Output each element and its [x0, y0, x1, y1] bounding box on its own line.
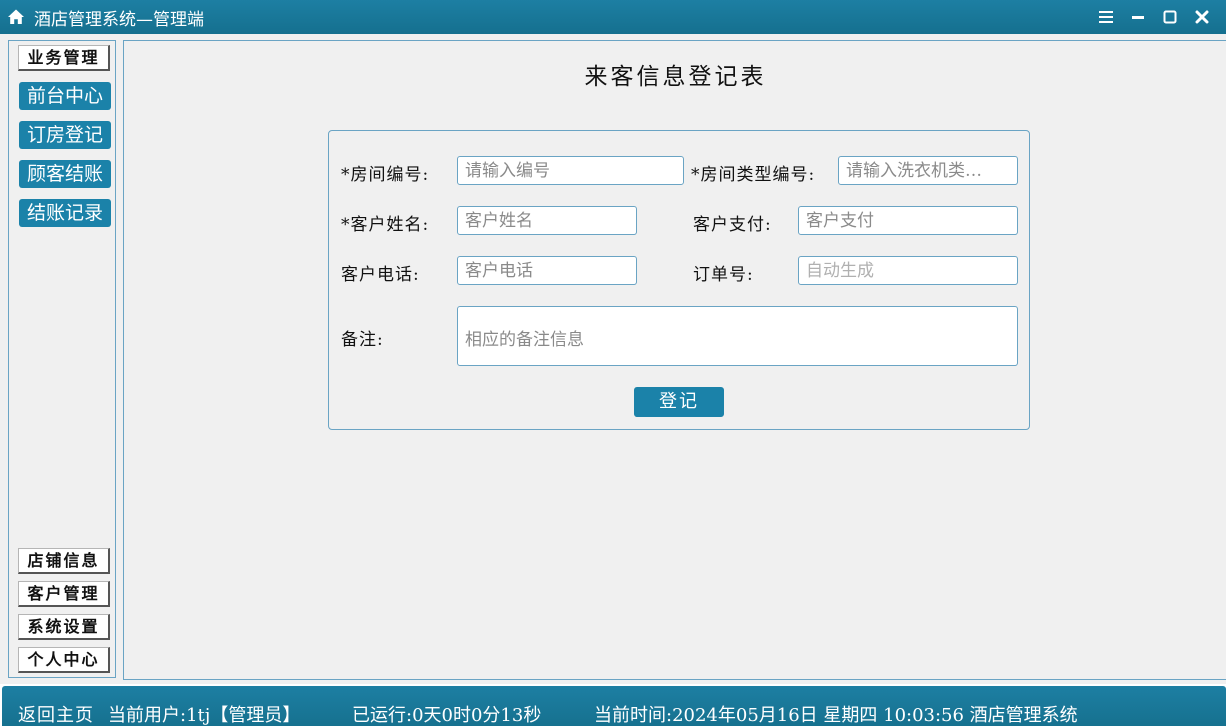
- section-customer-management[interactable]: 客户管理: [18, 581, 110, 607]
- window-controls: [1090, 0, 1218, 34]
- notes-label: 备注:: [341, 330, 384, 350]
- room-number-label: *房间编号:: [341, 165, 430, 185]
- main-content: 来客信息登记表 *房间编号: *房间类型编号: *客户姓名: 客户支付: 客户电…: [123, 40, 1226, 680]
- guest-registration-form: *房间编号: *房间类型编号: *客户姓名: 客户支付: 客户电话: 订单号: …: [328, 130, 1030, 430]
- minimize-icon[interactable]: [1122, 0, 1154, 34]
- section-store-info[interactable]: 店铺信息: [18, 548, 110, 574]
- room-number-input[interactable]: [457, 156, 684, 185]
- title-bar[interactable]: 酒店管理系统—管理端: [0, 0, 1226, 34]
- room-type-input[interactable]: [838, 156, 1018, 185]
- sidebar-item-checkout-records[interactable]: 结账记录: [19, 199, 111, 227]
- maximize-icon[interactable]: [1154, 0, 1186, 34]
- current-user-text: 当前用户:1tj【管理员】: [108, 705, 301, 726]
- customer-payment-label: 客户支付:: [693, 215, 772, 235]
- uptime-text: 已运行:0天0时0分13秒: [352, 705, 542, 726]
- customer-phone-input[interactable]: [457, 256, 637, 285]
- menu-icon[interactable]: [1090, 0, 1122, 34]
- status-bar-inner: 返回主页 当前用户:1tj【管理员】 已运行:0天0时0分13秒 当前时间:20…: [2, 686, 1226, 726]
- room-type-label: *房间类型编号:: [691, 165, 816, 185]
- order-number-label: 订单号:: [693, 265, 754, 285]
- close-icon[interactable]: [1186, 0, 1218, 34]
- customer-name-label: *客户姓名:: [341, 215, 430, 235]
- home-icon: [8, 9, 24, 24]
- notes-textarea[interactable]: [457, 306, 1018, 366]
- section-system-settings[interactable]: 系统设置: [18, 614, 110, 640]
- section-personal-center[interactable]: 个人中心: [18, 647, 110, 673]
- order-number-input: [798, 256, 1018, 285]
- sidebar-item-checkout[interactable]: 顾客结账: [19, 160, 111, 188]
- app-body: 业务管理 前台中心 订房登记 顾客结账 结账记录 店铺信息 客户管理 系统设置 …: [0, 34, 1226, 684]
- customer-name-input[interactable]: [457, 206, 637, 235]
- status-bar: 返回主页 当前用户:1tj【管理员】 已运行:0天0时0分13秒 当前时间:20…: [0, 684, 1226, 726]
- section-business-management[interactable]: 业务管理: [18, 45, 110, 71]
- register-button[interactable]: 登记: [634, 387, 724, 417]
- customer-phone-label: 客户电话:: [341, 265, 420, 285]
- current-time-text: 当前时间:2024年05月16日 星期四 10:03:56 酒店管理系统: [594, 705, 1078, 726]
- sidebar: 业务管理 前台中心 订房登记 顾客结账 结账记录 店铺信息 客户管理 系统设置 …: [8, 40, 116, 678]
- window-title: 酒店管理系统—管理端: [34, 9, 204, 30]
- customer-payment-input[interactable]: [798, 206, 1018, 235]
- sidebar-item-front-desk[interactable]: 前台中心: [19, 82, 111, 110]
- page-title: 来客信息登记表: [584, 64, 767, 90]
- return-home-link[interactable]: 返回主页: [18, 701, 94, 727]
- sidebar-item-room-booking[interactable]: 订房登记: [19, 121, 111, 149]
